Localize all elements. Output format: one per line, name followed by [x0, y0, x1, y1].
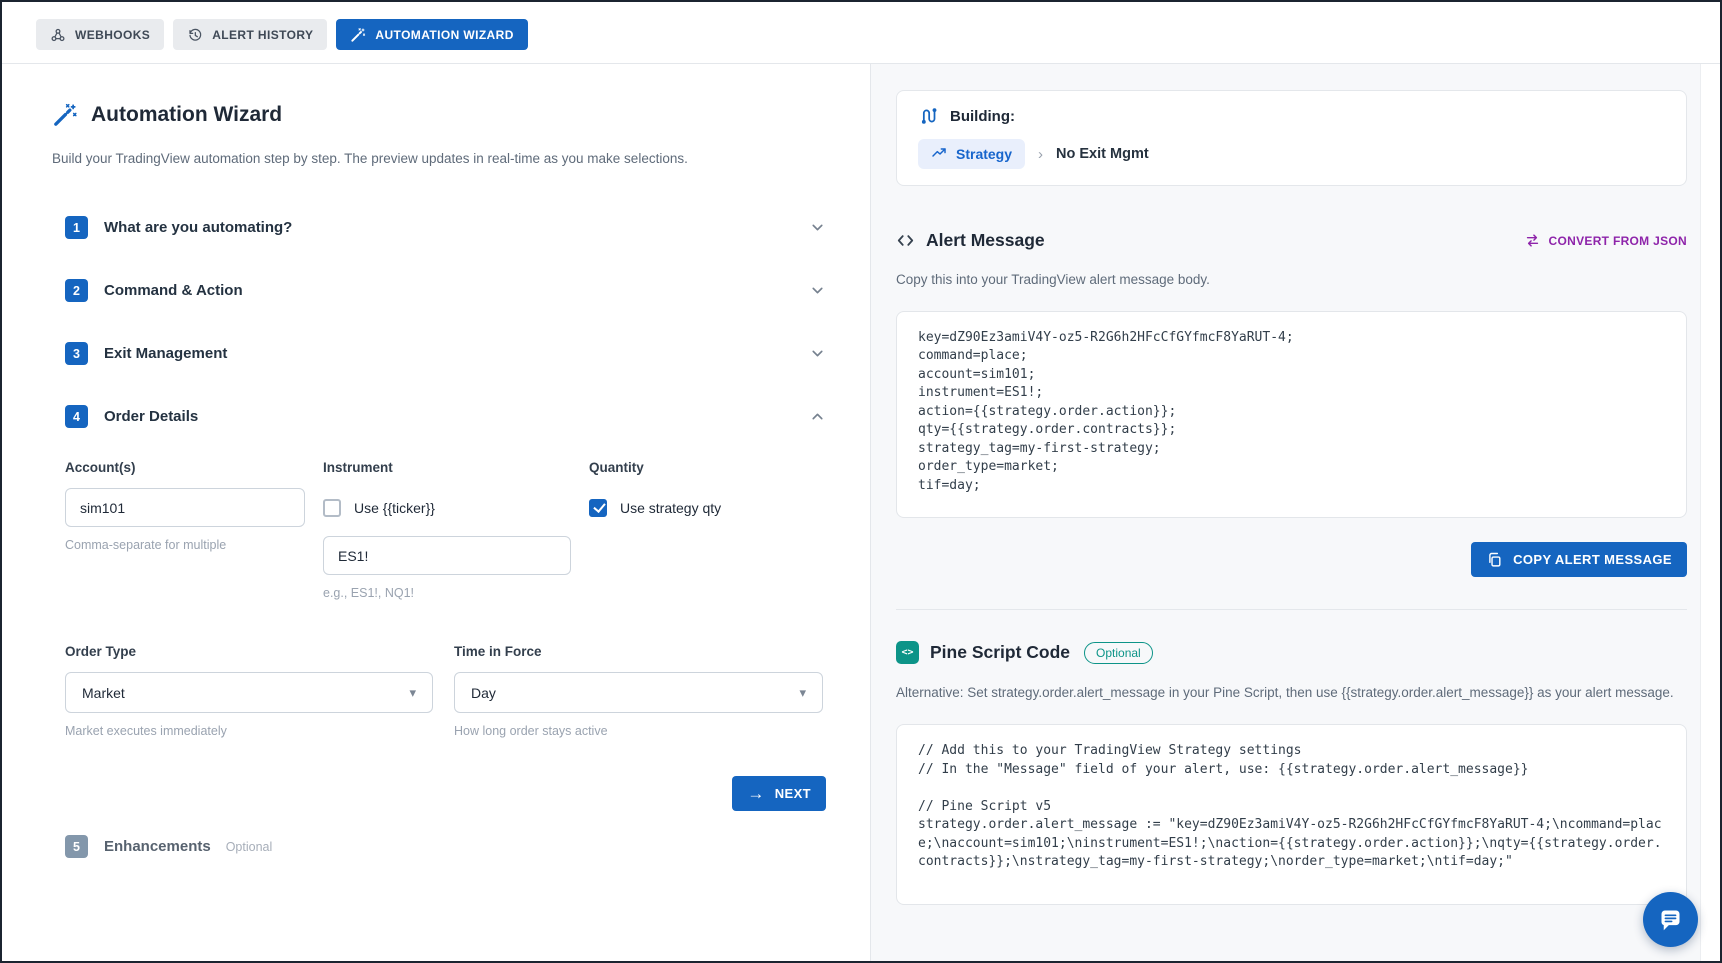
breadcrumb-separator: › [1038, 146, 1043, 163]
history-icon [187, 27, 203, 43]
order-type-hint: Market executes immediately [65, 724, 433, 738]
page-title: Automation Wizard [91, 103, 282, 127]
pine-script-title: Pine Script Code [930, 642, 1070, 663]
step-number-badge: 2 [65, 279, 88, 302]
use-strategy-qty-checkbox[interactable] [589, 499, 607, 517]
section-divider [896, 609, 1687, 610]
copy-icon [1486, 551, 1503, 568]
tab-automation-wizard-label: AUTOMATION WIZARD [375, 29, 513, 41]
use-ticker-checkbox[interactable] [323, 499, 341, 517]
time-in-force-field-group: Time in Force Day ▾ How long order stays… [454, 644, 823, 738]
order-type-value: Market [82, 685, 125, 701]
route-icon [918, 106, 938, 126]
building-label: Building: [950, 108, 1015, 125]
step-title: Order Details [104, 408, 198, 425]
step-enhancements[interactable]: 5 Enhancements Optional [65, 815, 826, 878]
step-order-details[interactable]: 4 Order Details [65, 385, 826, 448]
chat-icon [1657, 906, 1684, 933]
tab-alert-history-label: ALERT HISTORY [212, 29, 313, 41]
code-brackets-icon [896, 231, 915, 250]
caret-down-icon: ▾ [799, 685, 806, 701]
step-number-badge: 4 [65, 405, 88, 428]
order-details-form: Account(s) Comma-separate for multiple I… [65, 448, 826, 815]
wand-icon [350, 27, 366, 43]
instrument-label: Instrument [323, 460, 571, 475]
time-in-force-hint: How long order stays active [454, 724, 823, 738]
exit-mgmt-crumb: No Exit Mgmt [1056, 146, 1149, 162]
wizard-panel: Automation Wizard Build your TradingView… [2, 64, 870, 961]
accounts-input[interactable] [65, 488, 305, 527]
pine-script-code: // Add this to your TradingView Strategy… [918, 742, 1665, 872]
tab-automation-wizard[interactable]: AUTOMATION WIZARD [336, 19, 527, 50]
step-title: Exit Management [104, 345, 227, 362]
pine-script-code-block[interactable]: // Add this to your TradingView Strategy… [896, 724, 1687, 905]
pine-code-icon: <> [896, 641, 919, 664]
preview-panel: Building: Strategy › No Exit Mgmt [870, 64, 1700, 961]
use-ticker-label: Use {{ticker}} [354, 500, 435, 516]
step-number-badge: 3 [65, 342, 88, 365]
webhook-icon [50, 27, 66, 43]
strategy-chip[interactable]: Strategy [918, 139, 1025, 169]
instrument-hint: e.g., ES1!, NQ1! [323, 586, 571, 600]
tab-webhooks[interactable]: WEBHOOKS [36, 19, 164, 50]
wand-icon [52, 102, 78, 128]
order-type-field-group: Order Type Market ▾ Market executes imme… [65, 644, 433, 738]
convert-from-json-label: CONVERT FROM JSON [1549, 234, 1687, 248]
step-title: What are you automating? [104, 219, 292, 236]
convert-from-json-button[interactable]: CONVERT FROM JSON [1524, 232, 1687, 249]
chat-fab-button[interactable] [1643, 892, 1698, 947]
alert-message-title: Alert Message [926, 230, 1045, 251]
step-title: Enhancements [104, 838, 211, 855]
caret-down-icon: ▾ [409, 685, 416, 701]
chevron-down-icon[interactable] [809, 345, 826, 362]
building-card: Building: Strategy › No Exit Mgmt [896, 90, 1687, 186]
quantity-label: Quantity [589, 460, 826, 475]
time-in-force-label: Time in Force [454, 644, 823, 659]
step-number-badge: 1 [65, 216, 88, 239]
alert-message-code-block[interactable]: key=dZ90Ez3amiV4Y-oz5-R2G6h2HFcCfGYfmcF8… [896, 311, 1687, 519]
optional-tag: Optional [226, 840, 273, 854]
scrollbar-gutter[interactable] [1700, 64, 1720, 961]
step-number-badge: 5 [65, 835, 88, 858]
optional-badge: Optional [1084, 642, 1153, 664]
alert-message-code: key=dZ90Ez3amiV4Y-oz5-R2G6h2HFcCfGYfmcF8… [918, 329, 1665, 496]
copy-alert-message-button[interactable]: COPY ALERT MESSAGE [1471, 542, 1687, 577]
trending-up-icon [931, 146, 947, 162]
instrument-field-group: Instrument Use {{ticker}} e.g., ES1!, NQ… [323, 460, 571, 600]
top-tab-bar: WEBHOOKS ALERT HISTORY AUTOMATION WIZARD [2, 2, 1720, 64]
copy-alert-message-label: COPY ALERT MESSAGE [1513, 552, 1672, 567]
tab-alert-history[interactable]: ALERT HISTORY [173, 19, 327, 50]
tab-webhooks-label: WEBHOOKS [75, 29, 150, 41]
pine-script-subtitle: Alternative: Set strategy.order.alert_me… [896, 683, 1687, 704]
strategy-chip-label: Strategy [956, 146, 1012, 162]
step-title: Command & Action [104, 282, 243, 299]
use-strategy-qty-label: Use strategy qty [620, 500, 721, 516]
accounts-field-group: Account(s) Comma-separate for multiple [65, 460, 305, 600]
next-button[interactable]: → NEXT [732, 776, 826, 811]
step-command-action[interactable]: 2 Command & Action [65, 259, 826, 322]
accounts-hint: Comma-separate for multiple [65, 538, 305, 552]
page-subtitle: Build your TradingView automation step b… [52, 151, 826, 166]
order-type-label: Order Type [65, 644, 433, 659]
chevron-down-icon[interactable] [809, 282, 826, 299]
alert-message-subtitle: Copy this into your TradingView alert me… [896, 270, 1687, 291]
time-in-force-value: Day [471, 685, 496, 701]
quantity-field-group: Quantity Use strategy qty [589, 460, 826, 600]
app-window: WEBHOOKS ALERT HISTORY AUTOMATION WIZARD [0, 0, 1722, 963]
arrow-right-icon: → [747, 785, 764, 802]
step-what-are-you-automating[interactable]: 1 What are you automating? [65, 196, 826, 259]
chevron-down-icon[interactable] [809, 219, 826, 236]
chevron-up-icon[interactable] [809, 408, 826, 425]
breadcrumb: Strategy › No Exit Mgmt [918, 139, 1665, 169]
accounts-label: Account(s) [65, 460, 305, 475]
step-exit-management[interactable]: 3 Exit Management [65, 322, 826, 385]
instrument-input[interactable] [323, 536, 571, 575]
time-in-force-select[interactable]: Day ▾ [454, 672, 823, 713]
next-button-label: NEXT [775, 786, 811, 801]
swap-arrows-icon [1524, 232, 1541, 249]
order-type-select[interactable]: Market ▾ [65, 672, 433, 713]
